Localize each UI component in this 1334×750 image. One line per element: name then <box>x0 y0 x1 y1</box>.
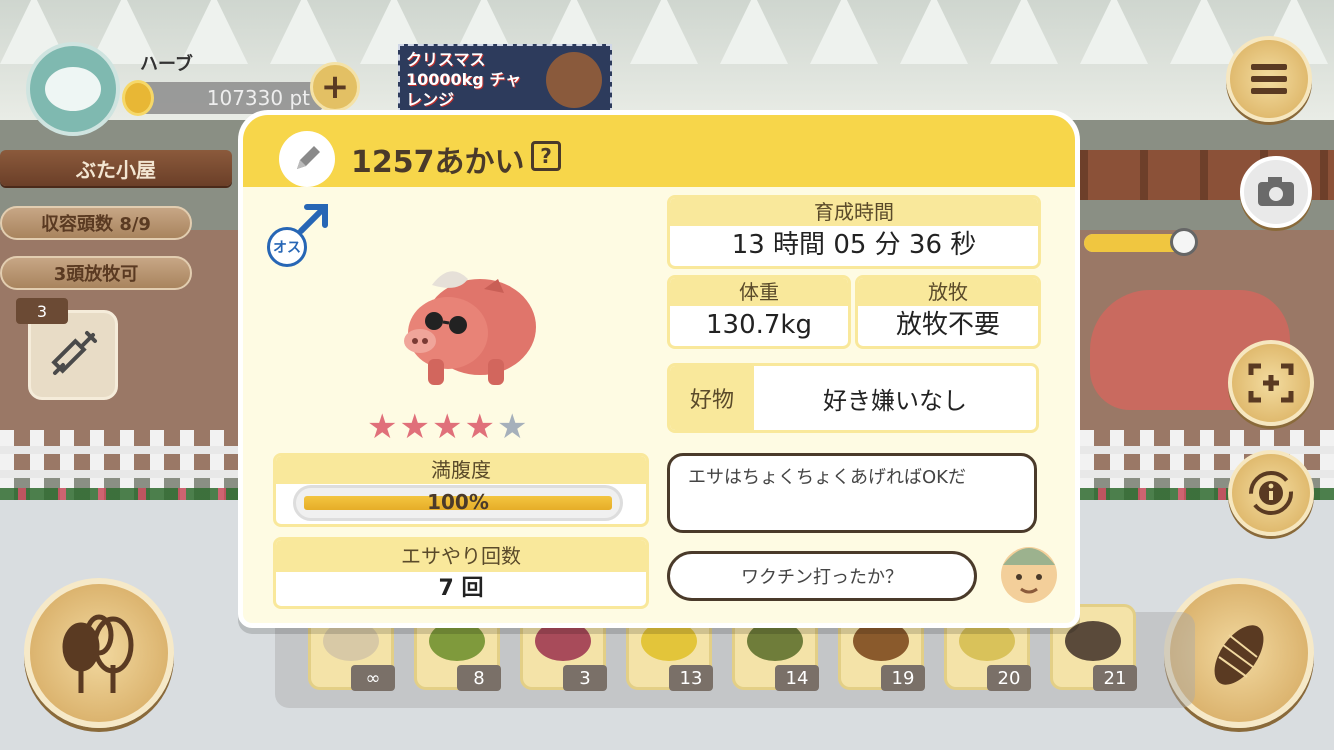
area-title: ぶた小屋 <box>0 150 232 186</box>
menu-button[interactable] <box>1226 36 1312 122</box>
vaccine-count: 3 <box>16 298 68 324</box>
favorite-food-value: 好き嫌いなし <box>823 386 967 415</box>
weight-card: 体重 130.7kg <box>667 275 851 349</box>
grazing-card: 放牧 放牧不要 <box>855 275 1041 349</box>
gender-label: オス <box>267 227 307 267</box>
grazing-capacity-label: 3頭放牧可 <box>0 256 192 290</box>
capacity-label: 収容頭数 8/9 <box>0 206 192 240</box>
focus-button[interactable] <box>1228 340 1314 426</box>
menu-icon <box>1251 64 1287 94</box>
camera-icon <box>1258 177 1294 206</box>
syringe-icon <box>51 331 97 375</box>
progress-knob-icon <box>1170 228 1198 256</box>
food-qty: 19 <box>881 665 925 691</box>
grazing-value: 放牧不要 <box>895 310 1000 340</box>
feed-count-card: エサやり回数 7 回 <box>273 537 649 609</box>
star-icon: ★ <box>431 407 465 447</box>
weight-label: 体重 <box>670 278 848 306</box>
growth-progress <box>1084 228 1198 256</box>
pig-portrait <box>404 271 536 385</box>
camera-button[interactable] <box>1240 156 1312 228</box>
feed-count-value: 7 回 <box>438 576 484 601</box>
growth-time-value: 13 時間 05 分 36 秒 <box>731 230 977 260</box>
pig-name: 1257あかい <box>351 145 525 180</box>
star-icon: ★ <box>464 407 497 447</box>
farmer-tip-bubble: エサはちょくちょくあげればOKだ <box>667 453 1037 533</box>
coin-icon <box>122 80 154 116</box>
star-icon: ★ <box>399 407 432 447</box>
add-points-button[interactable]: + <box>310 62 360 112</box>
growth-time-card: 育成時間 13 時間 05 分 36 秒 <box>667 195 1041 269</box>
pencil-icon <box>297 146 320 169</box>
farmer-avatar-icon <box>1001 547 1057 603</box>
event-banner[interactable]: クリスマス 10000kg チャレンジ <box>398 44 612 114</box>
food-qty: 8 <box>457 665 501 691</box>
trees-button[interactable] <box>24 578 174 728</box>
weight-value: 130.7kg <box>706 310 812 340</box>
favorite-food-card: 好物 好き嫌いなし <box>667 363 1039 433</box>
corn-icon <box>1214 625 1264 685</box>
pig-detail-dialog: 1257あかい ? オス ★★★★★ 満腹度 100% エサやり回数 7 回 育… <box>238 110 1080 628</box>
help-button[interactable]: ? <box>531 141 561 171</box>
food-qty: 20 <box>987 665 1031 691</box>
pig-face-icon <box>45 67 101 111</box>
star-icon: ★ <box>367 407 400 447</box>
rating-stars: ★★★★★ <box>367 407 529 447</box>
food-qty: ∞ <box>351 665 395 691</box>
grazing-label: 放牧 <box>858 278 1038 306</box>
rename-button[interactable] <box>279 131 335 187</box>
info-cycle-button[interactable] <box>1228 450 1314 536</box>
trees-icon <box>62 614 134 693</box>
info-cycle-icon <box>1249 471 1293 515</box>
focus-icon <box>1248 363 1294 403</box>
fullness-label: 満腹度 <box>276 456 646 484</box>
feed-count-label: エサやり回数 <box>276 540 646 572</box>
player-name: ハーブ <box>140 54 193 75</box>
fullness-meter: 100% <box>293 485 623 521</box>
growth-time-label: 育成時間 <box>670 198 1038 226</box>
fullness-value: 100% <box>427 490 489 514</box>
food-qty: 3 <box>563 665 607 691</box>
boar-icon <box>546 52 602 108</box>
food-qty: 13 <box>669 665 713 691</box>
star-empty-icon: ★ <box>496 407 530 447</box>
farmer-question-bubble[interactable]: ワクチン打ったか？ <box>667 551 977 601</box>
player-avatar[interactable]: ★★★★ <box>26 42 120 349</box>
food-qty: 21 <box>1093 665 1137 691</box>
food-qty: 14 <box>775 665 819 691</box>
favorite-food-label: 好物 <box>670 366 754 430</box>
banner-text: クリスマス 10000kg チャレンジ <box>406 50 522 109</box>
points-value: 107330 pt <box>206 86 310 110</box>
truffle-dish-icon <box>1065 621 1121 661</box>
